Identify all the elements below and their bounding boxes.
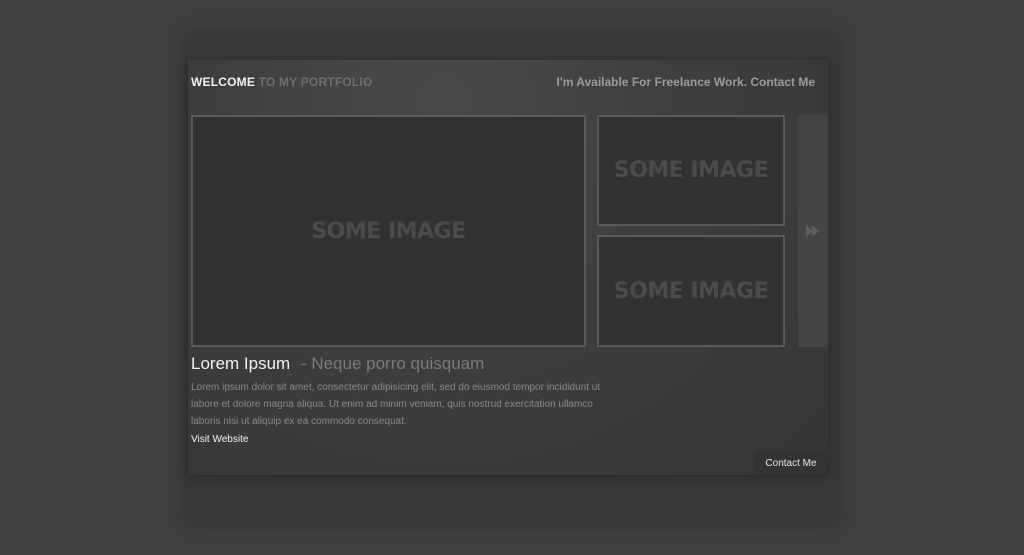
visit-website-link[interactable]: Visit Website: [191, 434, 248, 445]
project-title: Lorem Ipsum - Neque porro quisquam: [191, 354, 484, 374]
main-image-placeholder[interactable]: SOME IMAGE: [191, 115, 586, 347]
side-image-label-1: SOME IMAGE: [613, 158, 769, 183]
play-arrow-icon: [806, 225, 820, 237]
welcome-bold: WELCOME: [191, 75, 256, 89]
project-title-main: Lorem Ipsum: [191, 354, 291, 373]
side-image-label-2: SOME IMAGE: [613, 278, 769, 304]
portfolio-page: WELCOME TO MY PORTFOLIO I'm Available Fo…: [0, 0, 1024, 555]
next-slide-button[interactable]: [798, 115, 828, 347]
contact-me-button[interactable]: Contact Me: [754, 451, 828, 475]
project-description: Lorem ipsum dolor sit amet, consectetur …: [191, 382, 601, 427]
availability-link[interactable]: I'm Available For Freelance Work. Contac…: [557, 75, 815, 89]
welcome-rest: TO MY PORTFOLIO: [258, 75, 373, 89]
project-subtitle: - Neque porro quisquam: [300, 354, 485, 373]
welcome-heading: WELCOME TO MY PORTFOLIO: [191, 75, 373, 89]
side-image-placeholder-2[interactable]: SOME IMAGE: [597, 235, 785, 347]
main-image-label: SOME IMAGE: [311, 218, 466, 244]
side-image-placeholder-1[interactable]: SOME IMAGE: [597, 115, 785, 226]
